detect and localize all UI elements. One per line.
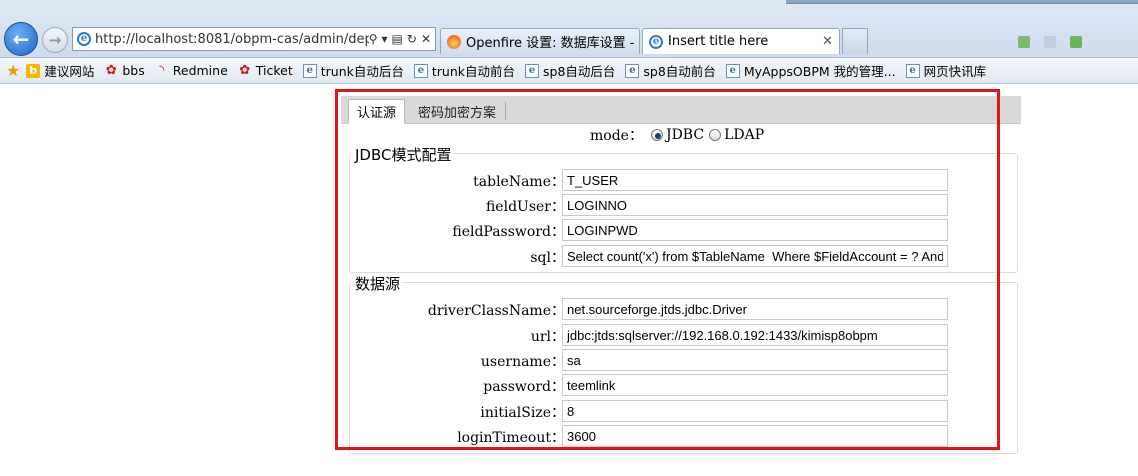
favorite-link[interactable]: e trunk自动后台 — [302, 61, 404, 80]
favorite-link[interactable]: e MyAppsOBPM 我的管理... — [725, 61, 896, 80]
sql-input[interactable] — [562, 245, 948, 267]
fielduser-label: fieldUser： — [485, 199, 565, 215]
field-row-driverclassname: driverClassName： — [350, 298, 1017, 320]
browser-tab-insert-title[interactable]: e Insert title here ✕ — [642, 28, 840, 54]
arrow-right-icon: → — [48, 31, 62, 49]
refresh-icon[interactable]: ↻ — [407, 32, 417, 46]
tablename-label: tableName： — [473, 174, 565, 190]
tab-title: Insert title here — [668, 34, 769, 49]
favorite-link[interactable]: e trunk自动前台 — [413, 61, 515, 80]
field-row-password: password： — [350, 374, 1017, 396]
radio-jdbc[interactable] — [650, 129, 663, 141]
favorite-link[interactable]: ◝ Redmine — [155, 63, 228, 78]
tab-divider — [505, 102, 506, 120]
driverclassname-label: driverClassName： — [427, 303, 565, 319]
bug-icon: ✿ — [239, 63, 251, 78]
page-icon: e — [905, 63, 920, 78]
page-icon: e — [302, 63, 317, 78]
field-row-logintimeout: loginTimeout： — [350, 425, 1017, 447]
password-label: password： — [483, 379, 565, 395]
sql-label: sql： — [530, 250, 565, 266]
tab-title: Openfire 设置: 数据库设置 - ... — [466, 36, 640, 51]
radio-jdbc-label[interactable]: JDBC — [666, 127, 704, 143]
url-input[interactable] — [562, 324, 948, 346]
ie-page-icon: e — [649, 34, 663, 49]
logintimeout-input[interactable] — [562, 425, 948, 447]
browser-chrome: ← → e http://localhost:8081/obpm-cas/adm… — [0, 0, 1138, 58]
field-row-sql: sql： — [350, 245, 1017, 267]
mode-label: mode： — [590, 128, 643, 144]
bing-icon: b — [26, 63, 41, 78]
field-row-fieldpassword: fieldPassword： — [350, 219, 1017, 241]
compat-view-icon[interactable]: ▤ — [392, 32, 403, 46]
address-url[interactable]: http://localhost:8081/obpm-cas/admin/dep — [95, 32, 369, 47]
tools-icon[interactable] — [1070, 36, 1082, 48]
openfire-icon — [447, 34, 461, 49]
field-row-initialsize: initialSize： — [350, 400, 1017, 422]
redmine-icon: ◝ — [159, 63, 165, 78]
logintimeout-label: loginTimeout： — [457, 430, 565, 446]
favorites-bar: ★ b 建议网站 ✿ bbs ◝ Redmine ✿ Ticket e trun… — [0, 58, 1138, 84]
new-tab-button[interactable] — [842, 28, 868, 54]
bug-icon: ✿ — [105, 63, 117, 78]
field-row-url: url： — [350, 324, 1017, 346]
forward-button[interactable]: → — [42, 27, 68, 53]
favorite-link[interactable]: e 网页快讯库 — [905, 61, 986, 80]
address-bar[interactable]: e http://localhost:8081/obpm-cas/admin/d… — [72, 27, 436, 51]
favorites-icon[interactable] — [1044, 36, 1056, 48]
jdbc-config-legend: JDBC模式配置 — [353, 144, 454, 165]
radio-ldap-label[interactable]: LDAP — [724, 127, 764, 143]
page-icon: e — [525, 63, 539, 78]
url-label: url： — [530, 329, 565, 345]
config-tabstrip: 认证源 密码加密方案 — [341, 96, 1021, 124]
close-tab-icon[interactable]: ✕ — [816, 34, 833, 49]
tab-password-encryption[interactable]: 密码加密方案 — [411, 99, 503, 124]
username-label: username： — [480, 354, 565, 370]
favorite-link[interactable]: b 建议网站 — [26, 61, 94, 80]
field-row-username: username： — [350, 349, 1017, 371]
arrow-left-icon: ← — [12, 27, 30, 51]
tablename-input[interactable] — [562, 169, 948, 191]
page-icon: e — [413, 63, 428, 78]
search-icon[interactable]: ⚲ — [369, 32, 378, 46]
page-icon: e — [725, 63, 740, 78]
datasource-legend: 数据源 — [353, 273, 403, 294]
favorite-link[interactable]: ✿ bbs — [104, 63, 145, 78]
dropdown-icon[interactable]: ▾ — [382, 32, 388, 46]
favorite-link[interactable]: e sp8自动后台 — [525, 61, 615, 80]
fieldpassword-input[interactable] — [562, 219, 948, 241]
tab-auth-source[interactable]: 认证源 — [348, 99, 405, 124]
field-row-fielduser: fieldUser： — [350, 194, 1017, 216]
radio-ldap[interactable] — [709, 129, 722, 141]
datasource-group: 数据源 driverClassName： url： username： pass… — [349, 273, 1018, 454]
favorites-star-icon[interactable]: ★ — [6, 61, 20, 80]
driverclassname-input[interactable] — [562, 298, 948, 320]
initialsize-input[interactable] — [562, 400, 948, 422]
home-icon[interactable] — [1018, 36, 1030, 48]
jdbc-config-group: JDBC模式配置 tableName： fieldUser： fieldPass… — [349, 144, 1018, 273]
fielduser-input[interactable] — [562, 194, 948, 216]
favorite-link[interactable]: ✿ Ticket — [238, 63, 292, 78]
favorite-link[interactable]: e sp8自动前台 — [625, 61, 716, 80]
window-titlebar — [786, 0, 1138, 4]
fieldpassword-label: fieldPassword： — [452, 224, 565, 240]
field-row-tablename: tableName： — [350, 169, 1017, 191]
page-icon: e — [625, 63, 640, 78]
stop-icon[interactable]: ✕ — [421, 32, 431, 46]
ie-page-icon: e — [77, 32, 91, 46]
password-input[interactable] — [562, 374, 948, 396]
back-button[interactable]: ← — [4, 22, 38, 56]
browser-tab-openfire[interactable]: Openfire 设置: 数据库设置 - ... — [440, 28, 640, 54]
initialsize-label: initialSize： — [480, 405, 565, 421]
mode-selector: mode： JDBC LDAP — [590, 126, 764, 144]
username-input[interactable] — [562, 349, 948, 371]
